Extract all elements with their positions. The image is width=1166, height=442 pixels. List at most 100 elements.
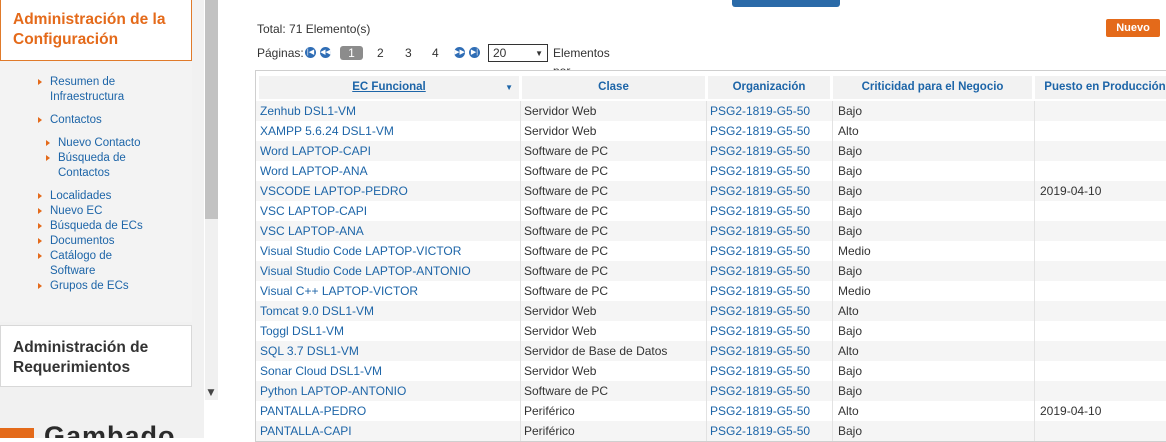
brand-text: Gambado [44,423,176,438]
cell-organizacion[interactable]: PSG2-1819-G5-50 [710,241,810,261]
cell-organizacion[interactable]: PSG2-1819-G5-50 [710,281,810,301]
menu-documentos[interactable]: Documentos [38,234,115,249]
menu-localidades[interactable]: Localidades [37,189,111,204]
table-row[interactable]: Visual C++ LAPTOP-VICTOR Software de PC PS… [256,281,1166,301]
requirements-admin-title[interactable]: Administración de Requerimientos [13,334,179,378]
cell-ec-funcional[interactable]: Visual Studio Code LAPTOP-VICTOR [260,241,461,261]
cell-organizacion[interactable]: PSG2-1819-G5-50 [710,201,810,221]
cell-ec-funcional[interactable]: XAMPP 5.6.24 DSL1-VM [260,121,394,141]
page-link[interactable]: 2 [377,44,384,62]
cell-organizacion[interactable]: PSG2-1819-G5-50 [710,161,810,181]
table-row[interactable]: Tomcat 9.0 DSL1-VM Servidor Web PSG2-1819-… [256,301,1166,321]
sidebar-scroll-thumb[interactable] [205,0,218,219]
table-row[interactable]: Word LAPTOP-ANA Software de PC PSG2-1819-G… [256,161,1166,181]
column-divider [832,261,833,281]
cell-organizacion[interactable]: PSG2-1819-G5-50 [710,321,810,341]
table-row[interactable]: Visual Studio Code LAPTOP-ANTONIO Softwar… [256,261,1166,281]
col-header-clase[interactable]: Clase [522,76,705,99]
table-row[interactable]: Zenhub DSL1-VM Servidor Web PSG2-1819-G5-5… [256,101,1166,121]
cell-ec-funcional[interactable]: PANTALLA-PEDRO [260,401,366,421]
column-divider [832,181,833,201]
cell-organizacion[interactable]: PSG2-1819-G5-50 [710,141,810,161]
config-admin-title[interactable]: Administración de la Configuración [13,8,179,50]
config-admin-section[interactable]: Administración de la Configuración [0,0,192,61]
prev-page-icon[interactable]: ◀◀ [320,47,331,58]
cell-ec-funcional[interactable]: Visual Studio Code LAPTOP-ANTONIO [260,261,471,281]
cell-organizacion[interactable]: PSG2-1819-G5-50 [710,121,810,141]
search-button[interactable] [732,0,840,7]
cell-ec-funcional[interactable]: VSC LAPTOP-ANA [260,221,364,241]
cell-organizacion[interactable]: PSG2-1819-G5-50 [710,361,810,381]
menu-resumen-infraestructura[interactable]: Resumen de Infraestructura [38,75,160,105]
cell-ec-funcional[interactable]: Sonar Cloud DSL1-VM [260,361,382,381]
table-row[interactable]: XAMPP 5.6.24 DSL1-VM Servidor Web PSG2-181… [256,121,1166,141]
table-row[interactable]: PANTALLA-PEDRO Periférico PSG2-1819-G5-50 A… [256,401,1166,421]
cell-organizacion[interactable]: PSG2-1819-G5-50 [710,181,810,201]
cell-organizacion[interactable]: PSG2-1819-G5-50 [710,381,810,401]
new-button[interactable]: Nuevo [1106,19,1160,37]
column-divider [520,341,521,361]
scroll-down-arrow-icon[interactable]: ▼ [206,388,216,398]
cell-ec-funcional[interactable]: Toggl DSL1-VM [260,321,344,341]
requirements-admin-section[interactable]: Administración de Requerimientos [0,325,192,387]
cell-organizacion[interactable]: PSG2-1819-G5-50 [710,401,810,421]
cell-organizacion[interactable]: PSG2-1819-G5-50 [710,341,810,361]
cell-organizacion[interactable]: PSG2-1819-G5-50 [710,301,810,321]
cell-puesto-produccion: 2019-04-10 [1040,404,1102,418]
cell-ec-funcional[interactable]: PANTALLA-CAPI [260,421,352,441]
table-row[interactable]: Sonar Cloud DSL1-VM Servidor Web PSG2-1819… [256,361,1166,381]
table-row[interactable]: VSCODE LAPTOP-PEDRO Software de PC PSG2-18… [256,181,1166,201]
cell-ec-funcional[interactable]: VSC LAPTOP-CAPI [260,201,367,221]
cell-ec-funcional[interactable]: Visual C++ LAPTOP-VICTOR [260,281,418,301]
table-row[interactable]: VSC LAPTOP-ANA Software de PC PSG2-1819-G5… [256,221,1166,241]
table-header: EC Funcional ▼ Clase Organización Critic… [256,71,1166,101]
cell-ec-funcional[interactable]: VSCODE LAPTOP-PEDRO [260,181,408,201]
first-page-icon[interactable]: |◀ [305,47,316,58]
table-row[interactable]: Toggl DSL1-VM Servidor Web PSG2-1819-G5-50… [256,321,1166,341]
table-row[interactable]: PANTALLA-CAPI Periférico PSG2-1819-G5-50 Ba… [256,421,1166,441]
table-row[interactable]: SQL 3.7 DSL1-VM Servidor de Base de Datos… [256,341,1166,361]
cell-organizacion[interactable]: PSG2-1819-G5-50 [710,101,810,121]
column-divider [832,381,833,401]
ec-table: EC Funcional ▼ Clase Organización Critic… [255,70,1166,442]
menu-grupos-ecs[interactable]: Grupos de ECs [38,279,129,294]
menu-busqueda-ecs[interactable]: Búsqueda de ECs [38,219,143,234]
column-divider [520,321,521,341]
page-link[interactable]: 3 [405,44,412,62]
menu-catalogo-software[interactable]: Catálogo de Software [38,249,120,279]
column-divider [1034,241,1035,261]
cell-organizacion[interactable]: PSG2-1819-G5-50 [710,221,810,241]
table-row[interactable]: VSC LAPTOP-CAPI Software de PC PSG2-1819-G… [256,201,1166,221]
cell-criticidad: Alto [838,404,859,418]
next-page-icon[interactable]: ▶▶ [454,47,465,58]
cell-clase: Software de PC [524,264,609,278]
menu-contactos[interactable]: Contactos [38,113,102,128]
cell-ec-funcional[interactable]: Word LAPTOP-ANA [260,161,368,181]
column-divider [832,141,833,161]
cell-ec-funcional[interactable]: Python LAPTOP-ANTONIO [260,381,406,401]
cell-ec-funcional[interactable]: Zenhub DSL1-VM [260,101,356,121]
config-menu: Resumen de Infraestructura Contactos Nue… [0,61,192,322]
page-link[interactable]: 4 [432,44,439,62]
menu-busqueda-contactos[interactable]: Búsqueda de Contactos [46,151,138,181]
cell-puesto-produccion: 2019-04-10 [1040,184,1102,198]
menu-nuevo-contacto[interactable]: Nuevo Contacto [45,136,140,151]
table-row[interactable]: Word LAPTOP-CAPI Software de PC PSG2-1819-… [256,141,1166,161]
cell-ec-funcional[interactable]: SQL 3.7 DSL1-VM [260,341,359,361]
menu-nuevo-ec[interactable]: Nuevo EC [37,204,102,219]
cell-organizacion[interactable]: PSG2-1819-G5-50 [710,421,810,441]
col-header-criticidad[interactable]: Criticidad para el Negocio [833,76,1032,99]
col-header-ec-funcional[interactable]: EC Funcional ▼ [259,76,519,99]
table-row[interactable]: Python LAPTOP-ANTONIO Software de PC PSG2-… [256,381,1166,401]
cell-ec-funcional[interactable]: Word LAPTOP-CAPI [260,141,371,161]
last-page-icon[interactable]: ▶| [469,47,480,58]
per-page-select[interactable]: 20 ▼ [488,44,548,62]
page-current[interactable]: 1 [340,46,363,60]
cell-ec-funcional[interactable]: Tomcat 9.0 DSL1-VM [260,301,374,321]
table-row[interactable]: Visual Studio Code LAPTOP-VICTOR Software… [256,241,1166,261]
column-divider [832,241,833,261]
col-header-organizacion[interactable]: Organización [708,76,830,99]
col-header-puesto-produccion[interactable]: Puesto en Producción [1035,76,1166,99]
column-divider [832,421,833,441]
cell-organizacion[interactable]: PSG2-1819-G5-50 [710,261,810,281]
